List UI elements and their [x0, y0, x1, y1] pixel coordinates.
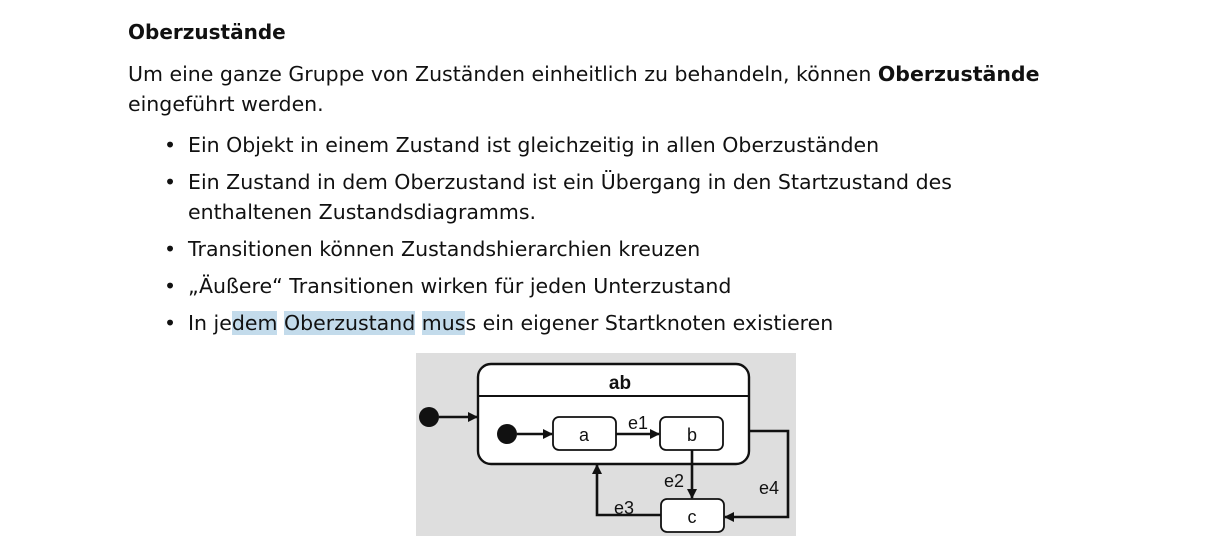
intro-bold-term: Oberzustände [877, 62, 1040, 86]
bullet-item-4: „Äußere“ Transitionen wirken für jeden U… [164, 271, 1044, 301]
bullet-5-text-start: In je [188, 311, 232, 335]
state-a-label: a [579, 425, 590, 445]
bullet-item-2: Ein Zustand in dem Oberzustand ist ein Ü… [164, 167, 1044, 227]
bullet-list: Ein Objekt in einem Zustand ist gleichze… [164, 130, 1044, 345]
event-e3-label: e3 [614, 498, 634, 518]
superstate-label: ab [609, 373, 631, 394]
bullet-item-5: In jedem Oberzustand muss ein eigener St… [164, 308, 1044, 338]
highlighted-text: dem [231, 311, 278, 335]
highlighted-text: mus [421, 311, 466, 335]
intro-text-end: eingeführt werden. [128, 92, 324, 116]
bullet-5-space [415, 311, 422, 335]
highlighted-text: Oberzustand [284, 311, 416, 335]
event-e2-label: e2 [664, 471, 684, 491]
event-e4-label: e4 [759, 478, 779, 498]
intro-paragraph: Um eine ganze Gruppe von Zuständen einhe… [128, 59, 1088, 119]
section-heading: Oberzustände [128, 20, 286, 44]
state-diagram: ab a e1 b e2 c e3 e4 [416, 353, 796, 536]
bullet-item-3: Transitionen können Zustandshierarchien … [164, 234, 1044, 264]
outer-initial-node [419, 407, 439, 427]
intro-text-start: Um eine ganze Gruppe von Zuständen einhe… [128, 62, 878, 86]
bullet-5-text-end: s ein eigener Startknoten existieren [465, 311, 834, 335]
state-c-label: c [688, 507, 697, 527]
state-diagram-svg: ab a e1 b e2 c e3 e4 [419, 362, 790, 533]
bullet-item-1: Ein Objekt in einem Zustand ist gleichze… [164, 130, 1044, 160]
inner-initial-node [497, 424, 517, 444]
state-b-label: b [687, 425, 697, 445]
event-e1-label: e1 [628, 413, 648, 433]
